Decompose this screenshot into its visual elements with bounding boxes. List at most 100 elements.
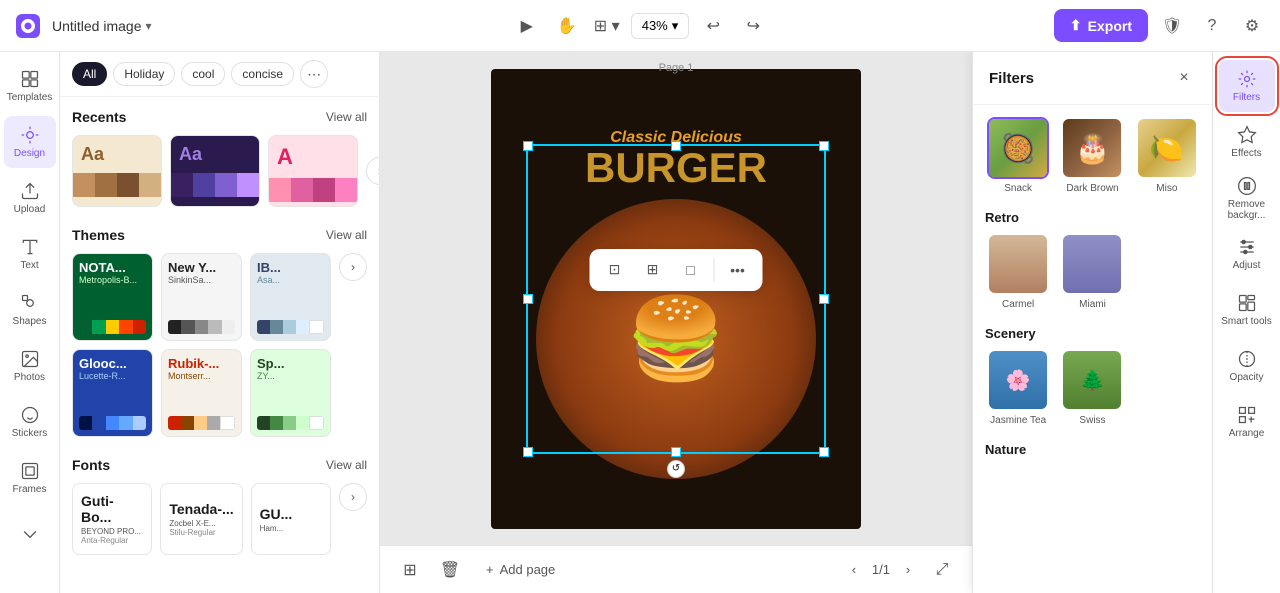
sidebar-item-more[interactable] xyxy=(4,508,56,560)
font-main-2: Tenada-... xyxy=(169,501,233,517)
trash-icon[interactable]: 🗑 xyxy=(436,556,464,584)
filter-miami[interactable]: Miami xyxy=(1059,233,1125,310)
recents-view-all[interactable]: View all xyxy=(326,110,367,124)
theme-item-4[interactable]: Glooc... Lucette-R... xyxy=(72,349,153,437)
filter-swiss[interactable]: 🌲 Swiss xyxy=(1059,349,1125,426)
help-icon[interactable]: ? xyxy=(1196,10,1228,42)
recents-arrow-right[interactable]: › xyxy=(366,157,379,185)
filters-body: 🥘 Snack 🎂 Dark Brown 🍋 M xyxy=(973,105,1212,593)
canvas-design[interactable]: Classic Delicious BURGER 🍔 xyxy=(491,69,861,529)
filter-tab-holiday[interactable]: Holiday xyxy=(113,62,175,86)
sidebar-item-uploads[interactable]: Upload xyxy=(4,172,56,224)
right-panel-effects[interactable]: Effects xyxy=(1219,116,1275,168)
icon-sidebar: Templates Design Upload Text Shapes Phot… xyxy=(0,52,60,593)
miami-thumb xyxy=(1061,233,1123,295)
text-label: Text xyxy=(20,260,38,271)
settings-icon[interactable]: ⚙ xyxy=(1236,10,1268,42)
filter-tab-cool[interactable]: cool xyxy=(181,62,225,86)
canvas-bottom-left: ⊞ 🗑 + Add page xyxy=(396,556,565,584)
grid-view-icon[interactable]: ⊞ xyxy=(396,556,424,584)
sidebar-item-shapes[interactable]: Shapes xyxy=(4,284,56,336)
panel-content: Recents View all Aa xyxy=(60,97,379,593)
sidebar-item-text[interactable]: Text xyxy=(4,228,56,280)
sidebar-item-photos[interactable]: Photos xyxy=(4,340,56,392)
miami-label: Miami xyxy=(1079,299,1106,310)
filter-tab-concise[interactable]: concise xyxy=(231,62,294,86)
export-button[interactable]: ⬆ Export xyxy=(1054,9,1148,42)
prev-page-button[interactable]: ‹ xyxy=(842,558,866,582)
canvas-scroll[interactable]: Classic Delicious BURGER 🍔 xyxy=(380,52,972,545)
edit-button[interactable]: □ xyxy=(676,255,706,285)
recents-row: Aa Aa xyxy=(72,135,367,207)
topbar-right: ⬆ Export 🛡 ? ⚙ xyxy=(958,9,1268,42)
shapes-label: Shapes xyxy=(13,316,47,327)
right-panel-adjust[interactable]: Adjust xyxy=(1219,228,1275,280)
right-panel-opacity[interactable]: Opacity xyxy=(1219,340,1275,392)
add-page-button[interactable]: + Add page xyxy=(476,556,565,583)
zoom-control[interactable]: 43% ▾ xyxy=(631,13,690,39)
sidebar-item-stickers[interactable]: Stickers xyxy=(4,396,56,448)
main-layout: Templates Design Upload Text Shapes Phot… xyxy=(0,52,1280,593)
left-panel: All Holiday cool concise ⋯ Recents View … xyxy=(60,52,380,593)
remove-bg-rp-label: Remove backgr... xyxy=(1219,199,1275,221)
theme-item-2[interactable]: New Y... SinkinSa... xyxy=(161,253,242,341)
right-panel-smart-tools[interactable]: Smart tools xyxy=(1219,284,1275,336)
themes-grid: NOTA... Metropolis-B... New Y... SinkinS… xyxy=(72,253,331,437)
theme-item-5[interactable]: Rubik-... Montserr... xyxy=(161,349,242,437)
filter-snack[interactable]: 🥘 Snack xyxy=(985,117,1051,194)
recent-item-1[interactable]: Aa xyxy=(72,135,162,207)
fullscreen-button[interactable]: ⤢ xyxy=(928,556,956,584)
filter-dark-brown[interactable]: 🎂 Dark Brown xyxy=(1059,117,1125,194)
filter-carmel[interactable]: Carmel xyxy=(985,233,1051,310)
themes-view-all[interactable]: View all xyxy=(326,228,367,242)
redo-button[interactable]: ↪ xyxy=(737,10,769,42)
theme-item-1[interactable]: NOTA... Metropolis-B... xyxy=(72,253,153,341)
carmel-label: Carmel xyxy=(1002,299,1034,310)
nature-section-title: Nature xyxy=(985,442,1200,457)
filter-jasmine-tea[interactable]: 🌸 Jasmine Tea xyxy=(985,349,1051,426)
theme-item-6[interactable]: Sp... ZY... xyxy=(250,349,331,437)
themes-arrow-right[interactable]: › xyxy=(339,253,367,281)
right-panel-arrange[interactable]: Arrange xyxy=(1219,396,1275,448)
canva-shield-icon[interactable]: 🛡 xyxy=(1156,10,1188,42)
topbar-center: ▶ ✋ ⊞ ▾ 43% ▾ ↩ ↪ xyxy=(330,10,950,42)
scenery-section-title: Scenery xyxy=(985,326,1200,341)
font-sub2-2: Stilu-Regular xyxy=(169,528,233,537)
recent-item-2[interactable]: Aa xyxy=(170,135,260,207)
filter-miso[interactable]: 🍋 Miso xyxy=(1134,117,1200,194)
file-chevron-icon: ▾ xyxy=(146,19,152,33)
filters-title: Filters xyxy=(989,70,1034,87)
more-options-button[interactable]: ••• xyxy=(723,255,753,285)
right-panel-remove-bg[interactable]: Remove backgr... xyxy=(1219,172,1275,224)
sidebar-item-templates[interactable]: Templates xyxy=(4,60,56,112)
file-title-area[interactable]: Untitled image ▾ xyxy=(52,18,152,34)
font-item-1[interactable]: Guti-Bo... BEYOND PRO... Anta-Regular xyxy=(72,483,152,555)
fonts-arrow-right[interactable]: › xyxy=(339,483,367,511)
right-panel-filters[interactable]: Filters xyxy=(1219,60,1275,112)
page-info: 1/1 xyxy=(872,562,890,577)
present-button[interactable]: ▶ xyxy=(511,10,543,42)
sidebar-item-design[interactable]: Design xyxy=(4,116,56,168)
undo-button[interactable]: ↩ xyxy=(697,10,729,42)
filter-tabs-more-button[interactable]: ⋯ xyxy=(300,60,328,88)
sidebar-item-frames[interactable]: Frames xyxy=(4,452,56,504)
grid-button[interactable]: ⊞ xyxy=(638,255,668,285)
zoom-value: 43% xyxy=(642,18,668,33)
crop-button[interactable]: ⊡ xyxy=(600,255,630,285)
fonts-view-all[interactable]: View all xyxy=(326,458,367,472)
design-label: Design xyxy=(14,148,45,159)
font-item-3[interactable]: GU... Ham... xyxy=(251,483,331,555)
theme-item-3[interactable]: IB... Asa... xyxy=(250,253,331,341)
next-page-button[interactable]: › xyxy=(896,558,920,582)
font-item-2[interactable]: Tenada-... Zocbel X-E... Stilu-Regular xyxy=(160,483,242,555)
templates-label: Templates xyxy=(7,92,53,103)
pan-tool-button[interactable]: ✋ xyxy=(551,10,583,42)
recent-item-3[interactable]: A xyxy=(268,135,358,207)
jasmine-tea-thumb: 🌸 xyxy=(987,349,1049,411)
canvas-bottom-bar: ⊞ 🗑 + Add page ‹ 1/1 › ⤢ xyxy=(380,545,972,593)
view-options-button[interactable]: ⊞ ▾ xyxy=(591,10,623,42)
filters-close-button[interactable]: × xyxy=(1172,66,1196,90)
filter-tab-all[interactable]: All xyxy=(72,62,107,86)
filters-panel: Filters × 🥘 Snack 🎂 Da xyxy=(972,52,1212,593)
canva-logo[interactable] xyxy=(12,10,44,42)
